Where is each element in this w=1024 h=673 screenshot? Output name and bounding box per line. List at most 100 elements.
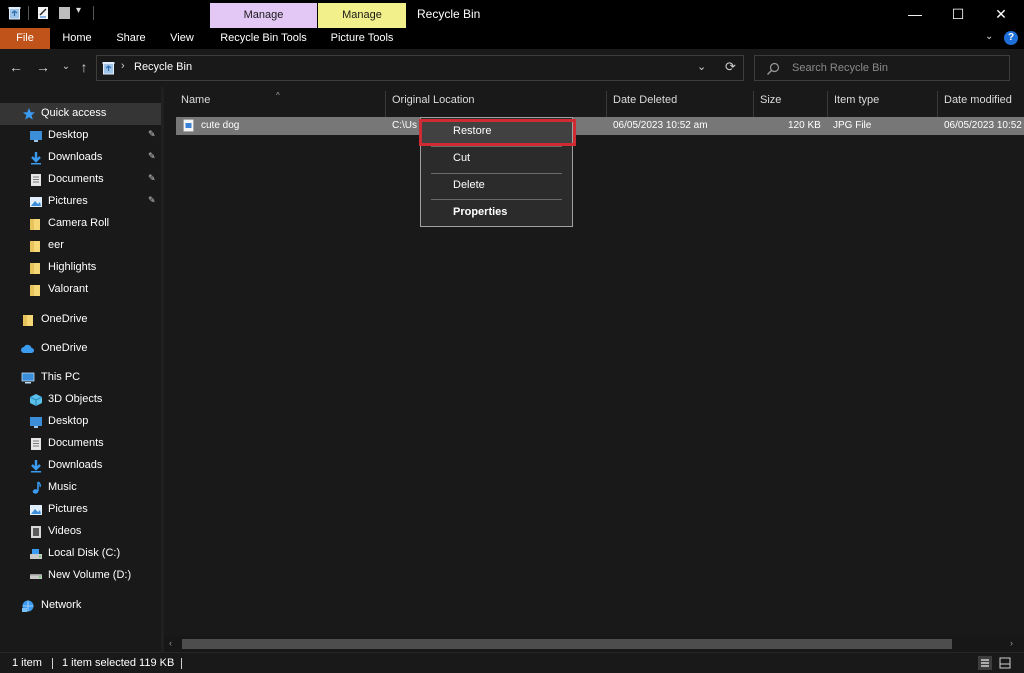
sidebar-item-pc-desktop[interactable]: Desktop [0,411,161,433]
breadcrumb[interactable]: Recycle Bin [134,61,192,73]
network-icon [22,600,34,612]
sidebar-item-quick-access[interactable]: Quick access [0,103,161,125]
address-dropdown-icon[interactable]: ⌄ [697,60,706,73]
context-menu-properties[interactable]: Properties [421,202,572,224]
search-input[interactable]: Search Recycle Bin [754,55,1010,81]
status-separator [52,658,53,669]
scrollbar-thumb[interactable] [182,639,952,649]
sidebar-item-music[interactable]: Music [0,477,161,499]
large-icons-view-icon[interactable] [998,656,1012,670]
help-icon[interactable]: ? [1004,31,1018,45]
tab-picture-tools[interactable]: Picture Tools [318,28,406,49]
sidebar-item-pc-downloads[interactable]: Downloads [0,455,161,477]
column-divider[interactable] [827,91,828,117]
sidebar-item-label: Downloads [48,459,103,471]
column-header-name[interactable]: Name ^ [181,91,386,117]
sidebar-item-local-disk[interactable]: Local Disk (C:) [0,543,161,565]
sidebar-item-this-pc[interactable]: This PC [0,367,161,389]
column-header-size[interactable]: Size [760,91,826,117]
column-divider[interactable] [753,91,754,117]
customize-quick-access-icon[interactable]: ▾ [76,5,81,16]
forward-button[interactable]: → [35,59,51,75]
tab-share[interactable]: Share [109,28,153,49]
file-name: cute dog [201,120,240,131]
folder-icon [23,315,33,326]
sidebar-item-eer[interactable]: eer [0,235,161,257]
column-divider[interactable] [937,91,938,117]
column-header-label: Item type [834,94,880,106]
tab-recycle-bin-tools[interactable]: Recycle Bin Tools [210,28,317,49]
address-bar[interactable]: › Recycle Bin ⌄ ⟳ [96,55,744,81]
videos-icon [31,526,41,538]
column-header-date-deleted[interactable]: Date Deleted [613,91,753,117]
back-button[interactable]: ← [8,59,24,75]
details-view-icon[interactable] [978,656,992,670]
file-date-deleted: 06/05/2023 10:52 am [613,120,708,131]
ribbon-tab-bar: File Home Share View Recycle Bin Tools P… [0,28,1024,49]
sidebar-item-documents[interactable]: Documents ✎ [0,169,161,191]
column-header-original-location[interactable]: Original Location [392,91,607,117]
manage-recycle-bin-tab[interactable]: Manage [210,3,317,28]
close-button[interactable]: ✕ [978,0,1024,28]
desktop-icon [30,417,42,428]
scroll-right-icon[interactable]: › [1010,638,1013,648]
sidebar-item-label: Pictures [48,195,88,207]
downloads-icon [31,460,41,473]
sidebar-item-label: This PC [41,371,81,383]
sidebar-item-downloads[interactable]: Downloads ✎ [0,147,161,169]
sidebar-item-new-volume[interactable]: New Volume (D:) [0,565,161,587]
sidebar-item-3d-objects[interactable]: 3D Objects [0,389,161,411]
column-divider[interactable] [385,91,386,117]
sidebar-item-pc-documents[interactable]: Documents [0,433,161,455]
context-menu-cut[interactable]: Cut [421,148,572,170]
manage-tab-label-2: Manage [342,9,382,21]
column-divider[interactable] [606,91,607,117]
table-row[interactable]: cute dog C:\Us 06/05/2023 10:52 am 120 K… [176,117,1024,135]
up-button[interactable]: ↑ [76,59,92,75]
maximize-button[interactable]: ☐ [935,0,981,28]
column-header-date-modified[interactable]: Date modified [944,91,1024,117]
new-folder-icon[interactable] [58,6,71,20]
tab-view[interactable]: View [162,28,202,49]
tab-home[interactable]: Home [54,28,100,49]
this-pc-icon [21,372,35,384]
downloads-icon [31,152,41,165]
refresh-button[interactable]: ⟳ [725,59,736,75]
image-file-icon [183,119,194,132]
sidebar-item-valorant[interactable]: Valorant [0,279,161,301]
context-menu-delete[interactable]: Delete [421,175,572,197]
folder-icon [30,263,40,274]
recent-locations-button[interactable]: ⌄ [58,59,74,75]
properties-icon[interactable] [37,6,50,20]
manage-picture-tab[interactable]: Manage [318,3,406,28]
sidebar-item-highlights[interactable]: Highlights [0,257,161,279]
horizontal-scrollbar[interactable]: ‹ › [164,636,1024,652]
status-separator [181,658,182,669]
minimize-button[interactable]: — [892,0,938,28]
breadcrumb-separator[interactable]: › [121,60,125,72]
recycle-bin-icon [102,62,115,75]
sidebar-item-label: Camera Roll [48,217,110,229]
sidebar-item-pictures[interactable]: Pictures ✎ [0,191,161,213]
expand-ribbon-icon[interactable]: ⌄ [985,31,997,43]
column-header-item-type[interactable]: Item type [834,91,937,117]
column-header-label: Size [760,94,782,106]
sidebar-item-label: 3D Objects [48,393,103,405]
sidebar-item-desktop[interactable]: Desktop ✎ [0,125,161,147]
sidebar-item-camera-roll[interactable]: Camera Roll [0,213,161,235]
sidebar-item-onedrive-folder[interactable]: OneDrive [0,309,161,331]
tab-file[interactable]: File [0,28,50,49]
file-list: Name ^ Original Location Date Deleted Si… [164,87,1024,652]
pictures-icon [30,197,42,207]
sidebar-item-videos[interactable]: Videos [0,521,161,543]
restore-highlight-box [419,119,576,146]
context-menu-separator [431,146,562,147]
sidebar-item-network[interactable]: Network [0,595,161,617]
quick-access-separator [28,6,29,20]
sidebar-item-onedrive[interactable]: OneDrive [0,338,161,360]
desktop-icon [30,131,42,142]
pin-icon: ✎ [148,129,156,139]
sidebar-item-label: Music [48,481,77,493]
scroll-left-icon[interactable]: ‹ [169,638,172,648]
sidebar-item-pc-pictures[interactable]: Pictures [0,499,161,521]
